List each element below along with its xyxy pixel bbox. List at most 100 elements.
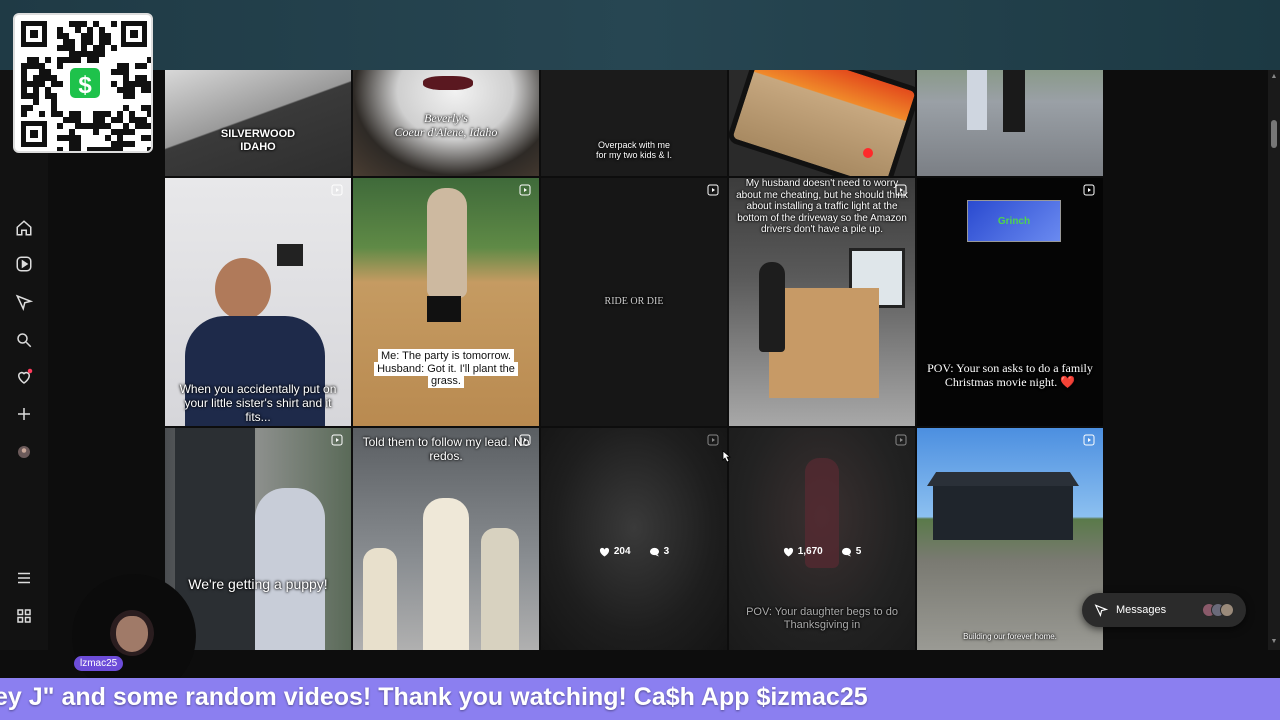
profile-avatar[interactable]	[14, 442, 34, 462]
search-icon[interactable]	[14, 330, 34, 350]
scrollbar[interactable]: ▲ ▼	[1268, 70, 1280, 650]
qr-module	[39, 111, 45, 117]
boy	[481, 528, 519, 650]
likes-count: 1,670	[783, 546, 823, 557]
video-icon[interactable]	[14, 254, 34, 274]
qr-module	[57, 123, 63, 129]
avatar	[1220, 603, 1234, 617]
person	[1003, 70, 1025, 132]
qr-module	[75, 147, 81, 151]
likes-count: 204	[599, 546, 631, 557]
video-type-icon	[331, 184, 343, 196]
sidebar	[0, 70, 48, 650]
message-avatars	[1202, 603, 1234, 617]
heart-icon	[783, 547, 793, 557]
qr-module	[147, 87, 151, 93]
menu-icon[interactable]	[14, 568, 34, 588]
video-caption: Building our forever home.	[963, 632, 1057, 641]
video-tile[interactable]	[729, 70, 915, 176]
notifications-icon[interactable]	[14, 367, 34, 387]
video-tile[interactable]: Building our forever home.	[917, 428, 1103, 650]
qr-module	[45, 57, 51, 63]
qr-module	[111, 21, 117, 27]
video-tile[interactable]: 1,670 5 POV: Your daughter begs to do Th…	[729, 428, 915, 650]
video-tile[interactable]: When you accidentally put on your little…	[165, 178, 351, 426]
streamer-username: lzmac25	[74, 656, 124, 671]
qr-module	[93, 129, 99, 135]
qr-module	[147, 135, 151, 141]
video-type-icon	[707, 434, 719, 446]
tv-screen: Grinch	[967, 200, 1061, 242]
qr-module	[75, 57, 81, 63]
comments-count: 5	[841, 546, 861, 557]
streamer-face	[116, 616, 148, 652]
video-tile[interactable]: My husband doesn't need to worry about m…	[729, 178, 915, 426]
video-caption: SILVERWOOD IDAHO	[220, 128, 296, 153]
scroll-up-arrow-icon[interactable]: ▲	[1270, 73, 1278, 81]
qr-module	[57, 81, 63, 87]
barn-roof	[927, 472, 1079, 486]
video-grid: SILVERWOOD IDAHO Beverly's Coeur d'Alene, …	[165, 70, 1105, 650]
video-tile[interactable]: 204 3	[541, 428, 727, 650]
qr-module	[57, 147, 63, 151]
video-caption: Me: The party is tomorrow. Husband: Got …	[353, 349, 539, 389]
boy-face	[215, 258, 271, 320]
video-caption: POV: Your daughter begs to do Thanksgivi…	[746, 606, 898, 631]
video-type-icon	[895, 184, 907, 196]
comments-count: 3	[649, 546, 669, 557]
video-caption: RIDE OR DIE	[604, 296, 664, 307]
video-tile[interactable]: SILVERWOOD IDAHO	[165, 70, 351, 176]
woman	[423, 498, 469, 650]
top-bar	[0, 0, 1280, 70]
child	[363, 548, 397, 650]
qr-finder	[21, 121, 47, 147]
send-icon	[1094, 604, 1108, 617]
video-type-icon	[895, 434, 907, 446]
video-tile[interactable]: Beverly's Coeur d'Alene, Idaho	[353, 70, 539, 176]
comment-icon	[841, 547, 851, 557]
video-tile[interactable]: Told them to follow my lead. No redos.	[353, 428, 539, 650]
cashapp-qr-code: $	[13, 13, 153, 153]
qr-module	[147, 111, 151, 117]
scroll-down-arrow-icon[interactable]: ▼	[1270, 638, 1278, 646]
video-tile[interactable]: Grinch POV: Your son asks to do a family…	[917, 178, 1103, 426]
record-dot	[863, 148, 873, 158]
comment-icon	[649, 547, 659, 557]
video-caption: My husband doesn't need to worry about m…	[736, 178, 908, 235]
qr-module	[111, 45, 117, 51]
video-tile[interactable]: Me: The party is tomorrow. Husband: Got …	[353, 178, 539, 426]
qr-finder	[21, 21, 47, 47]
wall-switch	[277, 244, 303, 266]
video-type-icon	[519, 184, 531, 196]
apps-icon[interactable]	[14, 606, 34, 626]
qr-module	[129, 129, 135, 135]
scrollbar-thumb[interactable]	[1271, 120, 1277, 148]
tv-title: Grinch	[997, 216, 1031, 227]
qr-module	[141, 63, 147, 69]
stream-ticker: ey J" and some random videos! Thank you …	[0, 678, 1280, 720]
qr-module	[129, 93, 135, 99]
man-shorts	[427, 296, 461, 322]
video-tile[interactable]: Overpack with me for my two kids & I.	[541, 70, 727, 176]
video-type-icon	[1083, 184, 1095, 196]
woman	[759, 262, 785, 352]
video-caption: We're getting a puppy!	[188, 576, 328, 592]
create-icon[interactable]	[14, 404, 34, 424]
video-caption: When you accidentally put on your little…	[179, 382, 337, 424]
qr-module	[99, 51, 105, 57]
video-type-icon	[331, 434, 343, 446]
qr-module	[147, 123, 151, 129]
boxes	[769, 288, 879, 398]
qr-module	[117, 147, 123, 151]
messages-button[interactable]: Messages	[1082, 593, 1246, 627]
qr-module	[93, 57, 99, 63]
explore-icon[interactable]	[14, 292, 34, 312]
video-tile[interactable]	[917, 70, 1103, 176]
qr-finder	[121, 21, 147, 47]
heart-icon	[599, 547, 609, 557]
video-caption: Told them to follow my lead. No redos.	[362, 435, 530, 463]
video-tile[interactable]: RIDE OR DIE	[541, 178, 727, 426]
qr-module	[21, 111, 27, 117]
qr-module	[129, 141, 135, 147]
home-icon[interactable]	[14, 218, 34, 238]
